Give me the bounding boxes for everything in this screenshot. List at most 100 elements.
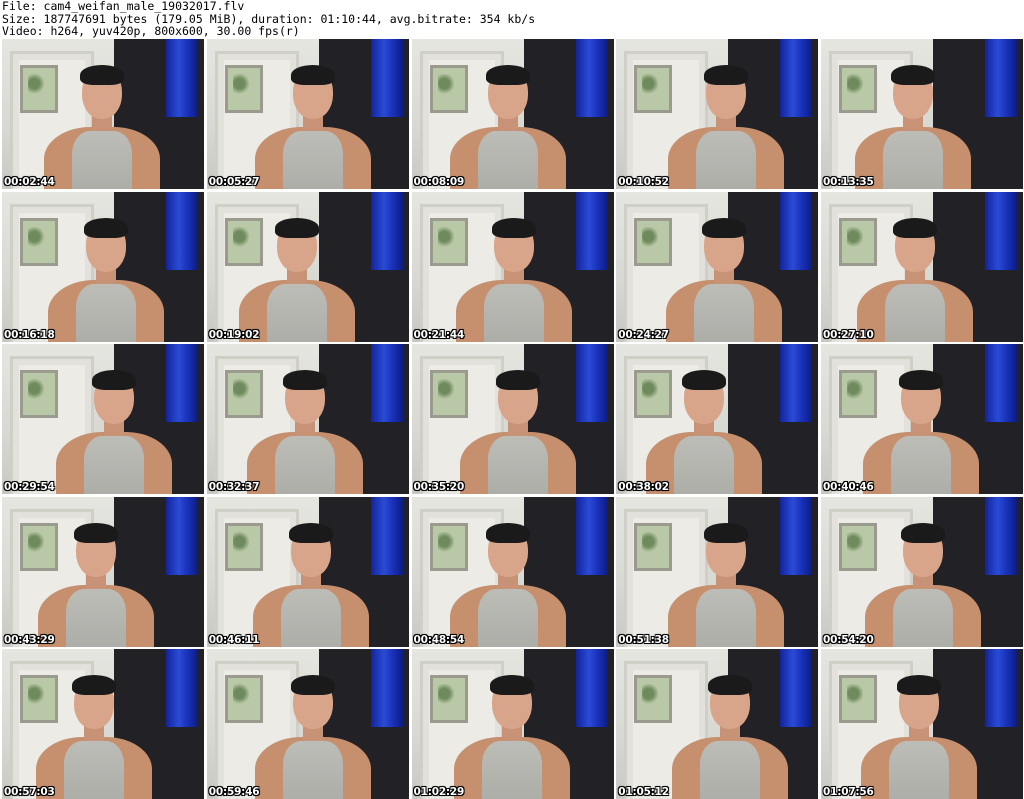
blue-curtain	[370, 39, 403, 117]
video-thumbnail: 01:02:29	[411, 649, 614, 799]
video-thumbnail: 00:35:20	[411, 344, 614, 494]
person	[865, 522, 981, 647]
video-thumbnail: 00:38:02	[616, 344, 819, 494]
video-info-line: Video: h264, yuv420p, 800x600, 30.00 fps…	[2, 24, 300, 38]
hair	[84, 217, 128, 238]
person	[666, 217, 783, 342]
timestamp-label: 00:54:20	[823, 633, 874, 646]
timestamp-label: 00:02:44	[4, 176, 55, 188]
hair	[282, 370, 327, 390]
tank-top	[481, 741, 542, 799]
blue-curtain	[166, 344, 198, 422]
timestamp-label: 00:35:20	[413, 481, 465, 493]
hair	[899, 370, 943, 390]
blue-curtain	[166, 649, 198, 727]
video-thumbnail: 00:54:20	[821, 496, 1023, 647]
timestamp-label: 00:08:09	[413, 176, 465, 188]
blue-curtain	[575, 344, 608, 422]
wall-picture	[634, 522, 673, 571]
timestamp-label: 00:43:29	[4, 633, 55, 646]
tank-top	[477, 588, 538, 647]
tank-top	[72, 131, 132, 189]
blue-curtain	[780, 496, 813, 575]
hair	[92, 370, 136, 390]
tank-top	[694, 283, 755, 342]
video-thumbnail: 00:16:18	[2, 191, 204, 342]
timestamp-label: 00:32:37	[208, 481, 260, 493]
timestamp-label: 00:13:35	[823, 176, 874, 188]
person	[453, 675, 570, 799]
video-thumbnail: 01:05:12	[616, 649, 819, 799]
hair	[891, 65, 935, 85]
blue-curtain	[780, 191, 813, 270]
timestamp-label: 00:29:54	[4, 481, 55, 493]
timestamp-label: 01:02:29	[413, 786, 465, 798]
person	[855, 65, 971, 189]
file-info-header: File: cam4_weifan_male_19032017.flv Size…	[2, 0, 1022, 38]
hair	[489, 675, 534, 695]
tank-top	[893, 588, 953, 647]
tank-top	[891, 436, 951, 494]
timestamp-label: 00:40:46	[823, 481, 874, 493]
video-thumbnail: 00:48:54	[411, 496, 614, 647]
timestamp-label: 01:05:12	[618, 786, 669, 798]
tank-top	[66, 588, 126, 647]
timestamp-label: 00:38:02	[618, 481, 669, 493]
hair	[495, 370, 540, 390]
timestamp-label: 00:51:38	[618, 633, 669, 646]
video-thumbnail: 00:59:46	[206, 649, 409, 799]
person	[459, 370, 576, 494]
blue-curtain	[166, 496, 198, 575]
wall-picture	[20, 370, 58, 418]
blue-curtain	[370, 344, 403, 422]
person	[668, 65, 785, 189]
timestamp-label: 00:57:03	[4, 786, 55, 798]
person	[48, 217, 164, 342]
blue-curtain	[780, 344, 813, 422]
video-thumbnail: 00:13:35	[821, 39, 1023, 189]
hair	[80, 65, 124, 85]
timestamp-label: 00:48:54	[413, 633, 465, 646]
hair	[704, 65, 749, 85]
hair	[74, 522, 118, 543]
wall-picture	[634, 65, 673, 113]
person	[238, 217, 355, 342]
tank-top	[84, 436, 144, 494]
video-thumbnail: 00:43:29	[2, 496, 204, 647]
timestamp-label: 00:21:44	[413, 328, 465, 341]
blue-curtain	[575, 496, 608, 575]
tank-top	[477, 131, 538, 189]
hair	[704, 522, 749, 543]
tank-top	[280, 588, 341, 647]
tank-top	[282, 741, 343, 799]
tank-top	[487, 436, 548, 494]
timestamp-label: 00:27:10	[823, 328, 874, 341]
hair	[274, 217, 319, 238]
video-thumbnail: 00:27:10	[821, 191, 1023, 342]
blue-curtain	[780, 39, 813, 117]
hair	[901, 522, 945, 543]
hair	[485, 65, 530, 85]
video-thumbnail: 00:32:37	[206, 344, 409, 494]
person	[38, 522, 154, 647]
video-thumbnail: 00:29:54	[2, 344, 204, 494]
tank-top	[76, 283, 136, 342]
timestamp-label: 00:16:18	[4, 328, 55, 341]
hair	[290, 675, 335, 695]
file-name-line: File: cam4_weifan_male_19032017.flv	[2, 0, 245, 13]
blue-curtain	[780, 649, 813, 727]
person	[863, 370, 979, 494]
blue-curtain	[985, 649, 1017, 727]
timestamp-label: 00:10:52	[618, 176, 669, 188]
blue-curtain	[985, 39, 1017, 117]
hair	[288, 522, 333, 543]
hair	[893, 217, 937, 238]
person	[252, 522, 369, 647]
video-thumbnail: 00:57:03	[2, 649, 204, 799]
person	[254, 675, 371, 799]
blue-curtain	[370, 191, 403, 270]
tank-top	[885, 283, 945, 342]
tank-top	[674, 436, 735, 494]
person	[254, 65, 371, 189]
person	[455, 217, 572, 342]
